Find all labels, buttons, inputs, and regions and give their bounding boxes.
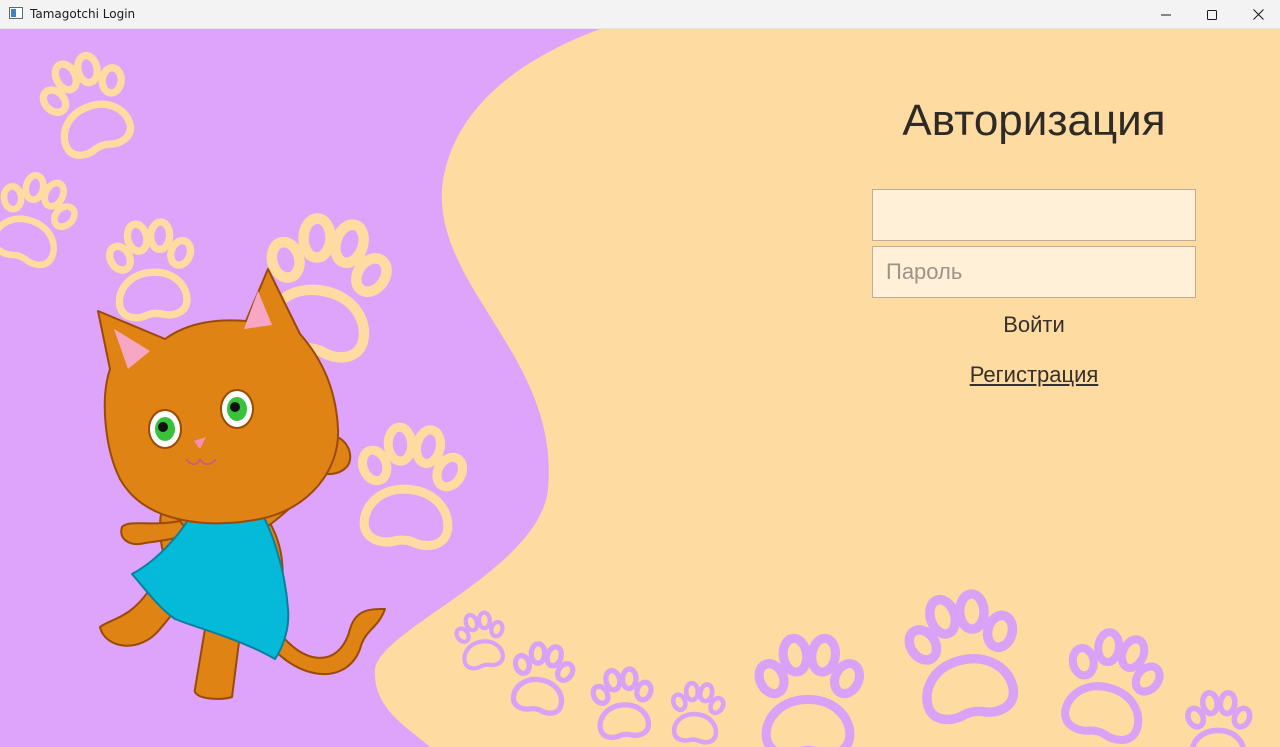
- maximize-icon: [1207, 9, 1217, 20]
- minimize-icon: [1161, 14, 1171, 15]
- maximize-button[interactable]: [1189, 0, 1235, 29]
- password-field[interactable]: [872, 246, 1196, 298]
- minimize-button[interactable]: [1143, 0, 1189, 29]
- window-title: Tamagotchi Login: [30, 7, 136, 21]
- window-title-bar: Tamagotchi Login: [0, 0, 1280, 29]
- app-icon: [9, 7, 23, 19]
- login-button[interactable]: Войти: [872, 307, 1196, 343]
- login-heading: Авторизация: [902, 96, 1166, 145]
- close-button[interactable]: [1235, 0, 1280, 29]
- register-link[interactable]: Регистрация: [872, 362, 1196, 388]
- login-field[interactable]: [872, 189, 1196, 241]
- close-icon: [1252, 9, 1264, 20]
- login-window-content: Авторизация Войти Регистрация: [0, 29, 1280, 747]
